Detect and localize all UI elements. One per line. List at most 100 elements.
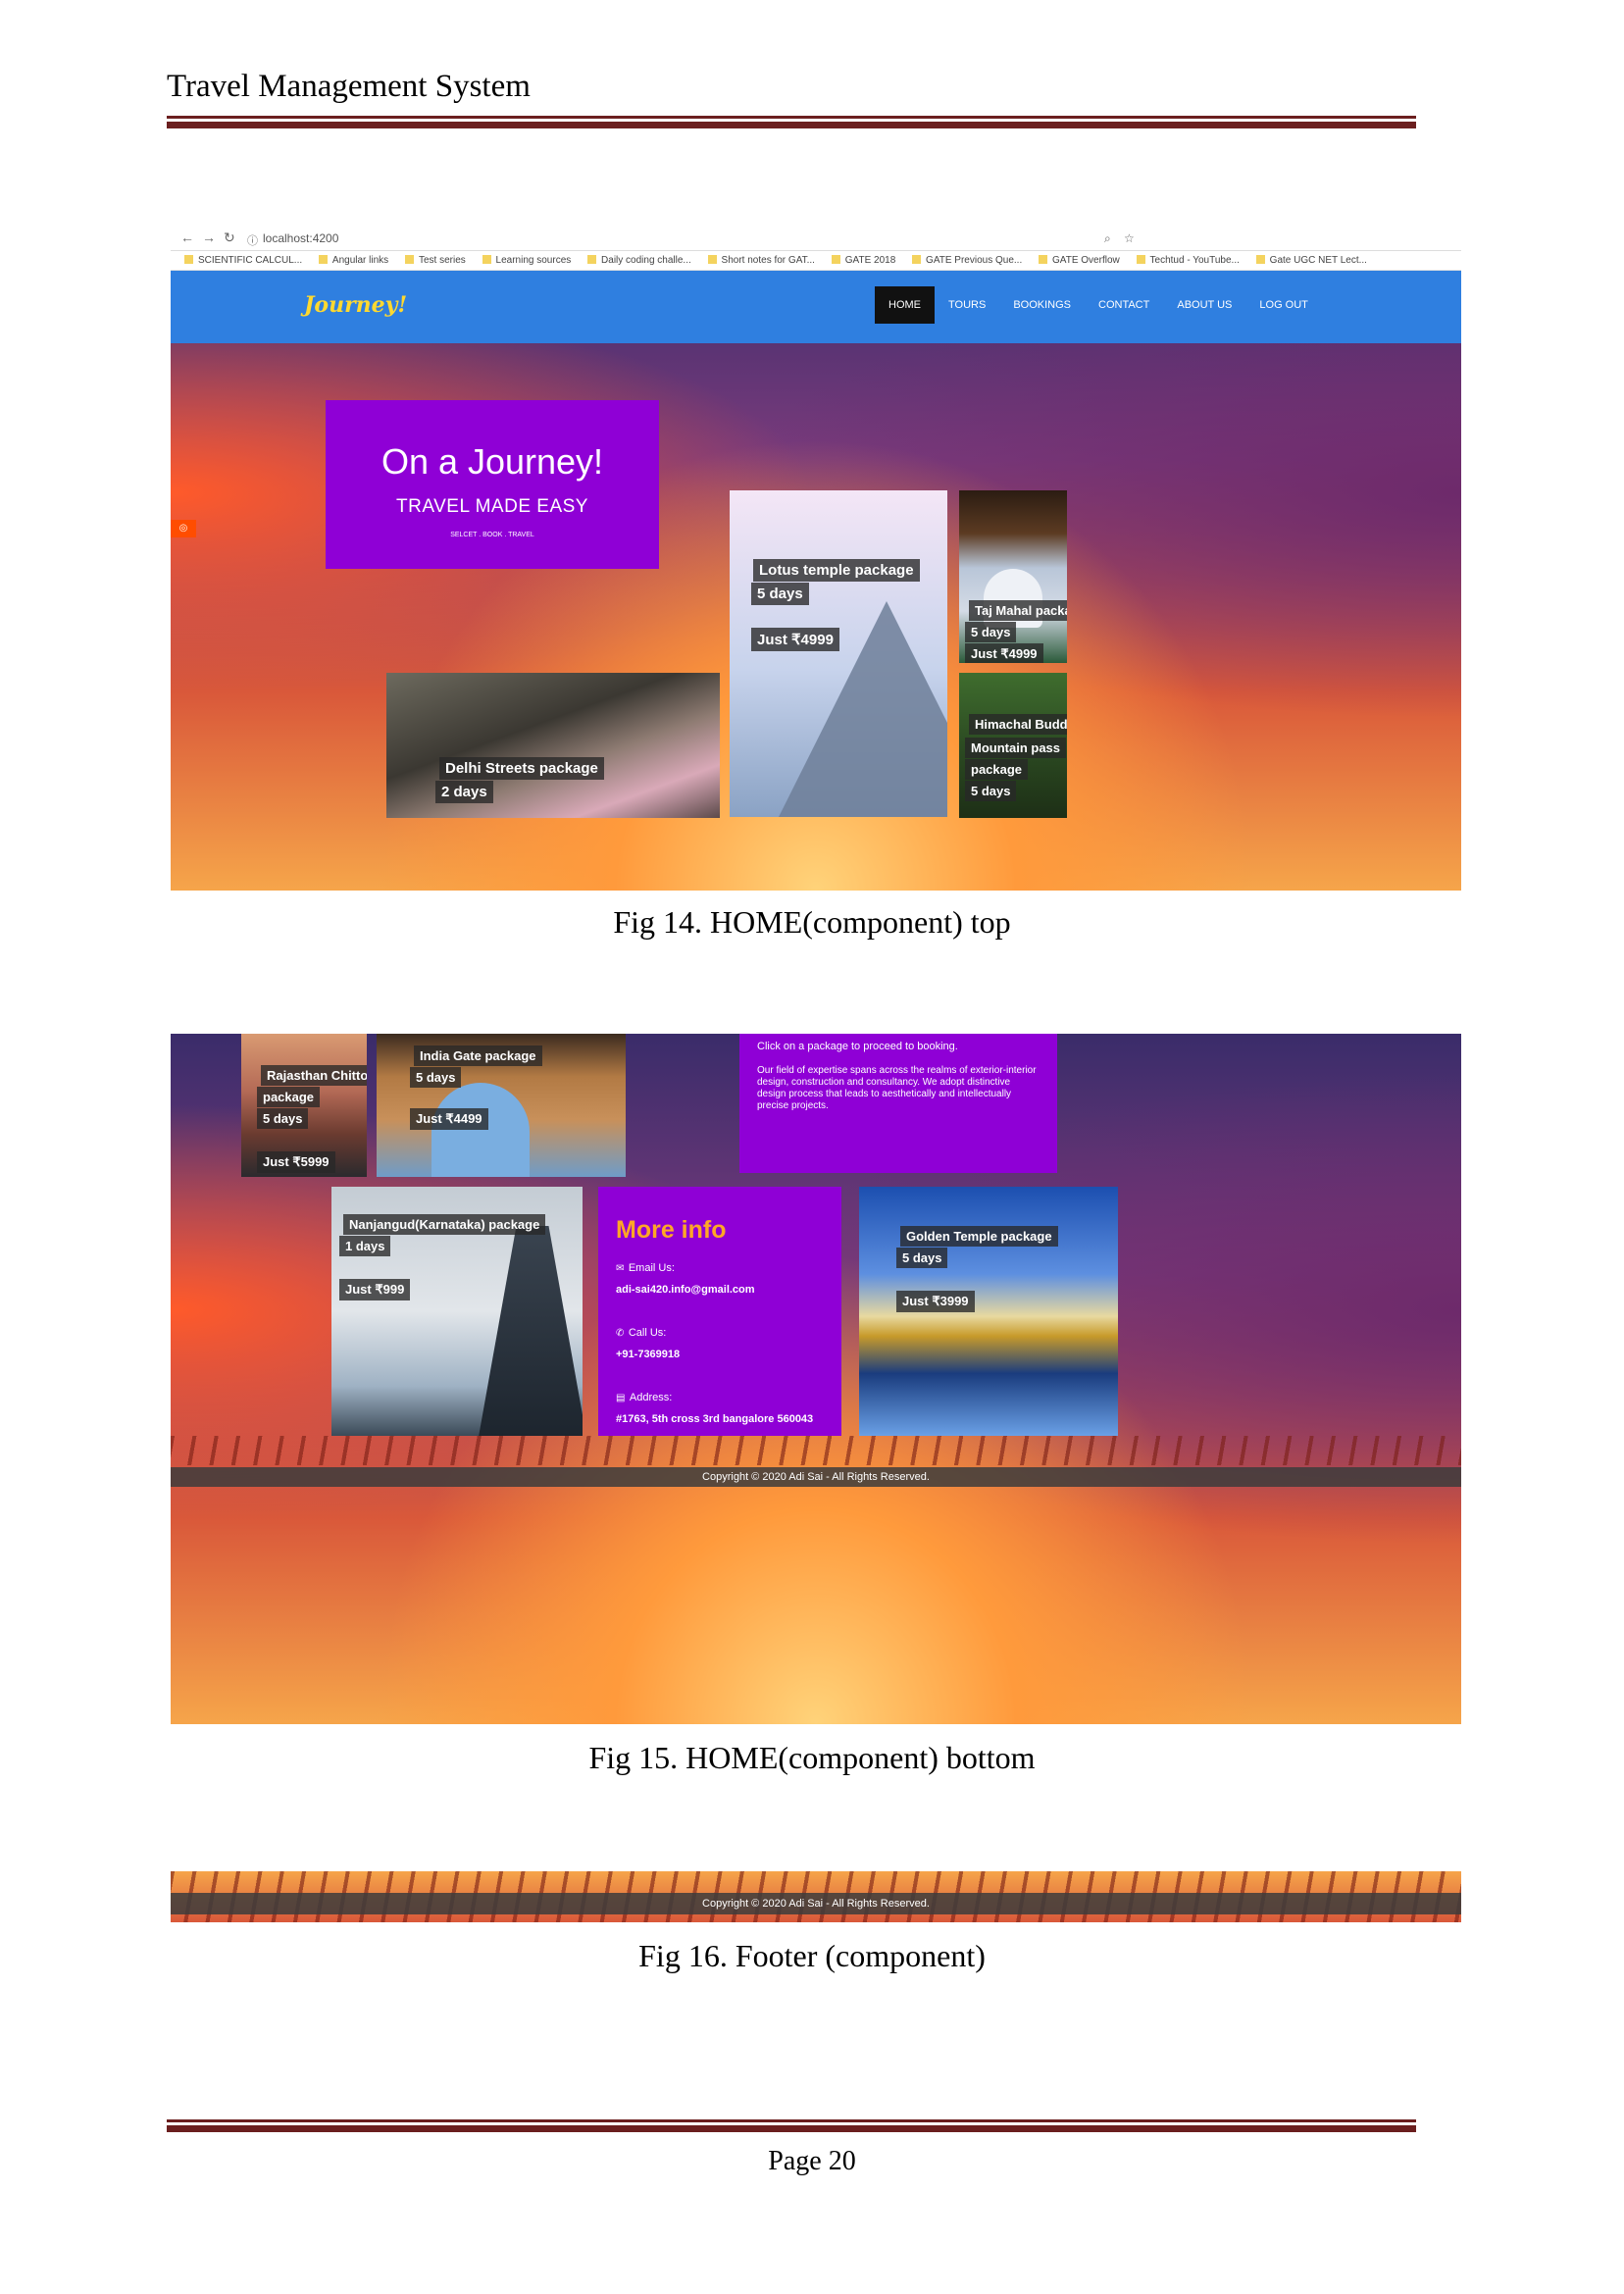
hero-panel: On a Journey! TRAVEL MADE EASY SELCET . … xyxy=(326,400,659,569)
package-card-india-gate[interactable]: India Gate package 5 days Just ₹4499 xyxy=(377,1034,626,1177)
booking-info-panel: Click on a package to proceed to booking… xyxy=(739,1034,1057,1173)
nav-contact[interactable]: CONTACT xyxy=(1085,286,1163,324)
package-name: India Gate package xyxy=(414,1045,542,1066)
bookmark-item[interactable]: Daily coding challe... xyxy=(587,251,691,270)
document-header: Travel Management System xyxy=(167,69,531,104)
figure-14-caption: Fig 14. HOME(component) top xyxy=(613,904,1011,940)
phone-value[interactable]: +91-7369918 xyxy=(616,1349,824,1360)
nav-menu: HOME TOURS BOOKINGS CONTACT ABOUT US LOG… xyxy=(875,286,1322,324)
package-price: Just ₹999 xyxy=(339,1279,411,1300)
package-days: 5 days xyxy=(751,583,809,605)
package-card-lotus-temple[interactable]: Lotus temple package 5 days Just ₹4999 xyxy=(730,490,947,817)
bookmark-item[interactable]: GATE Overflow xyxy=(1039,251,1120,270)
india-gate-image xyxy=(431,1083,530,1177)
header-rule-thin xyxy=(167,116,1416,119)
bookmark-item[interactable]: Gate UGC NET Lect... xyxy=(1256,251,1367,270)
package-name-line2: package xyxy=(257,1087,321,1107)
url-text[interactable]: localhost:4200 xyxy=(263,231,338,245)
instagram-icon[interactable]: ◎ xyxy=(171,520,196,537)
star-icon[interactable]: ☆ xyxy=(1124,231,1135,245)
footer-rule-thick xyxy=(167,2125,1416,2132)
temple-tower-image xyxy=(479,1226,583,1436)
nav-log-out[interactable]: LOG OUT xyxy=(1245,286,1322,324)
bookmark-item[interactable]: Short notes for GAT... xyxy=(708,251,815,270)
package-price: Just ₹5999 xyxy=(257,1151,335,1173)
package-card-nanjangud[interactable]: Nanjangud(Karnataka) package 1 days Just… xyxy=(331,1187,583,1436)
nav-about-us[interactable]: ABOUT US xyxy=(1163,286,1245,324)
email-row: ✉ Email Us: xyxy=(616,1258,824,1276)
package-price: Just ₹3999 xyxy=(896,1291,975,1312)
package-name-line1: Rajasthan Chittor Fort xyxy=(261,1065,367,1086)
booking-instruction: Click on a package to proceed to booking… xyxy=(757,1041,958,1052)
nav-tours[interactable]: TOURS xyxy=(935,286,999,324)
figure-15-caption: Fig 15. HOME(component) bottom xyxy=(588,1740,1036,1775)
call-label: Call Us: xyxy=(628,1327,667,1339)
search-icon[interactable]: ⌕ xyxy=(1104,231,1111,246)
bookmark-item[interactable]: GATE Previous Que... xyxy=(912,251,1022,270)
header-rule-thick xyxy=(167,122,1416,128)
package-card-rajasthan[interactable]: Rajasthan Chittor Fort package 5 days Ju… xyxy=(241,1034,367,1177)
bookmark-item[interactable]: Test series xyxy=(405,251,466,270)
bookmark-item[interactable]: GATE 2018 xyxy=(832,251,896,270)
footer-copyright-bar: Copyright © 2020 Adi Sai - All Rights Re… xyxy=(171,1893,1461,1914)
bookmarks-bar: SCIENTIFIC CALCUL... Angular links Test … xyxy=(171,251,1461,271)
bookmark-item[interactable]: Angular links xyxy=(319,251,388,270)
grass-silhouette xyxy=(171,1436,1461,1465)
package-name: Lotus temple package xyxy=(753,559,920,582)
package-price: Just ₹4999 xyxy=(751,628,839,651)
bookmark-item[interactable]: Techtud - YouTube... xyxy=(1137,251,1240,270)
browser-address-bar: ← → ↻ ⓘ localhost:4200 ⌕ ☆ xyxy=(171,228,1461,251)
hero-subtitle: TRAVEL MADE EASY xyxy=(396,496,588,517)
email-label: Email Us: xyxy=(628,1262,675,1274)
package-name: Taj Mahal package xyxy=(969,600,1067,621)
package-days: 5 days xyxy=(257,1108,309,1129)
address-label: Address: xyxy=(629,1392,673,1403)
package-name-line2: Mountain pass xyxy=(965,738,1067,758)
package-days: 5 days xyxy=(410,1067,462,1088)
package-days: 5 days xyxy=(896,1248,948,1268)
back-icon[interactable]: ← xyxy=(180,229,194,245)
email-value[interactable]: adi-sai420.info@gmail.com xyxy=(616,1284,824,1296)
reload-icon[interactable]: ↻ xyxy=(224,229,235,246)
address-value: #1763, 5th cross 3rd bangalore 560043 xyxy=(616,1413,814,1425)
package-price: Just ₹4999 xyxy=(965,643,1043,663)
email-icon: ✉ xyxy=(616,1263,625,1274)
package-name-line3: package xyxy=(965,759,1029,780)
package-card-himachal[interactable]: Himachal Buddisht Mountain pass package … xyxy=(959,673,1067,818)
info-icon: ⓘ xyxy=(247,235,258,247)
package-days: 5 days xyxy=(965,781,1017,801)
package-days: 1 days xyxy=(339,1236,391,1256)
figure-14-screenshot: ← → ↻ ⓘ localhost:4200 ⌕ ☆ SCIENTIFIC CA… xyxy=(171,228,1461,891)
site-navbar: Journey! HOME TOURS BOOKINGS CONTACT ABO… xyxy=(171,271,1461,343)
brand-logo[interactable]: Journey! xyxy=(304,292,407,318)
bookmark-item[interactable]: Learning sources xyxy=(482,251,572,270)
package-price: Just ₹4499 xyxy=(410,1108,488,1130)
package-name: Nanjangud(Karnataka) package xyxy=(343,1214,546,1235)
figure-16-screenshot: Copyright © 2020 Adi Sai - All Rights Re… xyxy=(171,1871,1461,1922)
building-icon: ▤ xyxy=(616,1393,626,1403)
package-days: 2 days xyxy=(435,781,493,803)
package-name-line1: Himachal Buddisht xyxy=(969,714,1067,735)
package-card-taj-mahal[interactable]: Taj Mahal package 5 days Just ₹4999 xyxy=(959,490,1067,663)
package-card-delhi-streets[interactable]: Delhi Streets package 2 days xyxy=(386,673,720,818)
hero-title: On a Journey! xyxy=(381,441,604,482)
copyright-bar: Copyright © 2020 Adi Sai - All Rights Re… xyxy=(171,1467,1461,1487)
package-name: Golden Temple package xyxy=(900,1226,1058,1247)
company-description: Our field of expertise spans across the … xyxy=(757,1065,1037,1111)
package-name: Delhi Streets package xyxy=(439,757,604,780)
forward-icon[interactable]: → xyxy=(202,229,216,245)
hero-tagline: SELCET . BOOK . TRAVEL xyxy=(450,532,534,538)
footer-rule-thin xyxy=(167,2119,1416,2122)
more-info-title: More info xyxy=(616,1216,727,1244)
more-info-panel: More info ✉ Email Us: adi-sai420.info@gm… xyxy=(598,1187,841,1436)
nav-bookings[interactable]: BOOKINGS xyxy=(999,286,1085,324)
figure-16-caption: Fig 16. Footer (component) xyxy=(638,1938,986,1973)
package-days: 5 days xyxy=(965,622,1017,642)
phone-icon: ✆ xyxy=(616,1328,625,1339)
bookmark-item[interactable]: SCIENTIFIC CALCUL... xyxy=(184,251,302,270)
package-card-golden-temple[interactable]: Golden Temple package 5 days Just ₹3999 xyxy=(859,1187,1118,1436)
figure-15-screenshot: Rajasthan Chittor Fort package 5 days Ju… xyxy=(171,1034,1461,1724)
call-row: ✆ Call Us: xyxy=(616,1323,824,1341)
nav-home[interactable]: HOME xyxy=(875,286,935,324)
address-row: ▤ Address: xyxy=(616,1388,824,1405)
